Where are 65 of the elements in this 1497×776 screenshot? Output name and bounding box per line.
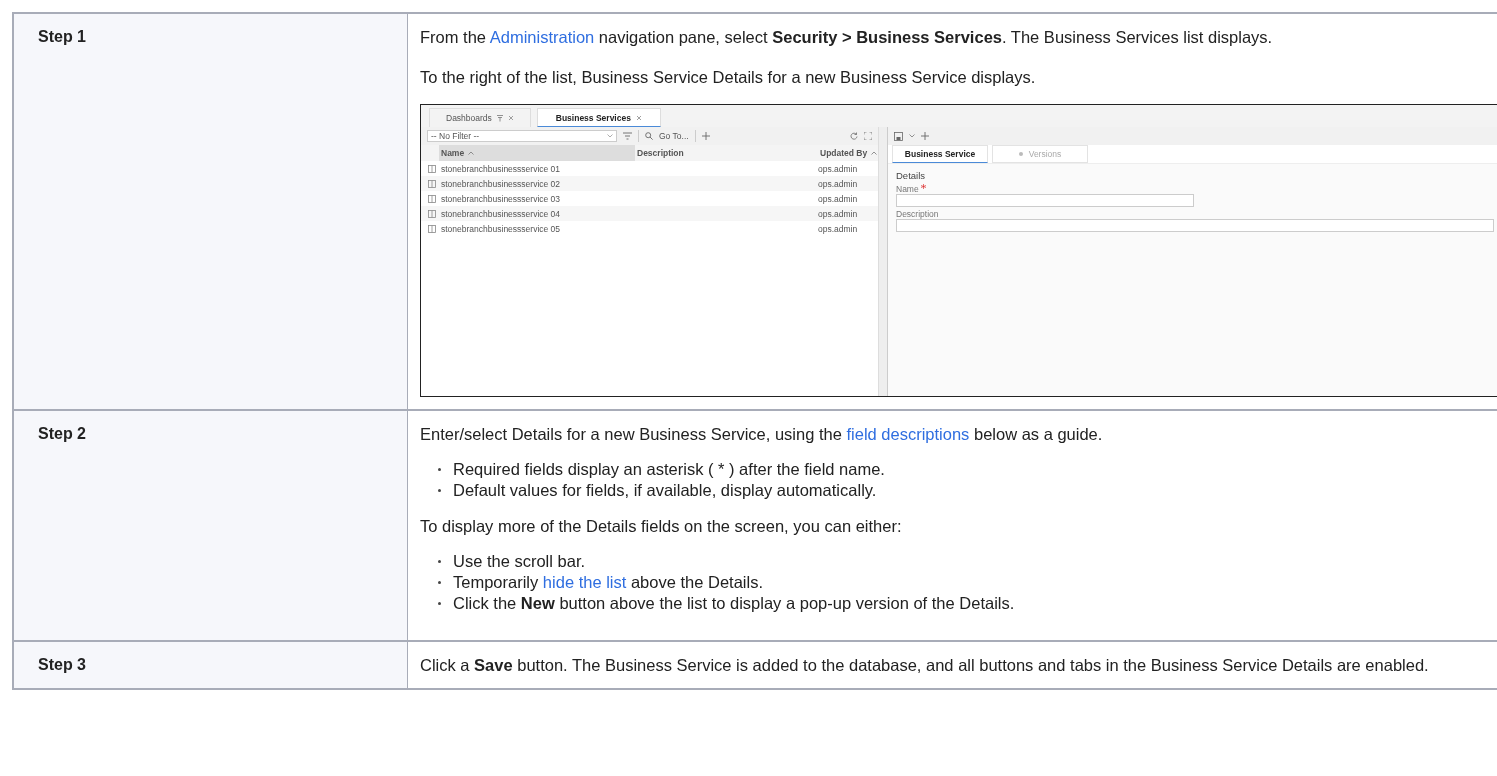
sort-icon[interactable] xyxy=(871,151,878,155)
table-cell-text: stonebranchbusinessservice 02 xyxy=(440,178,562,189)
list-item-text: Click the New button above the list to display a pop-up version of the Details. xyxy=(453,593,1015,614)
step-label: Step 2 xyxy=(38,425,86,442)
step-label: Step 3 xyxy=(38,656,86,673)
paragraph: To display more of the Details fields on the screen, you can either: xyxy=(420,516,903,537)
list-item-text: Use the scroll bar. xyxy=(453,551,586,572)
pin-icon[interactable] xyxy=(496,114,503,122)
text-link[interactable]: hide the list xyxy=(542,573,627,591)
sort-icon[interactable] xyxy=(468,151,475,155)
table-cell-text: ops.admin xyxy=(818,223,859,234)
bullet-icon xyxy=(438,581,441,584)
list-item-text: Temporarily hide the list above the Details. xyxy=(453,572,763,593)
paragraph: Enter/select Details for a new Business Service, using the field descriptions below as a guide. xyxy=(420,424,1104,445)
table-cell-text: stonebranchbusinessservice 04 xyxy=(440,208,562,219)
bullet-icon xyxy=(438,560,441,563)
bullet-icon xyxy=(438,489,441,492)
scrollbar[interactable] xyxy=(878,127,888,396)
paragraph: From the Administration navigation pane, select Security > Business Services. The Business Services list displays. xyxy=(420,27,1274,48)
step-label: Step 1 xyxy=(38,28,86,45)
table-cell-text: stonebranchbusinessservice 03 xyxy=(440,193,562,204)
list-item-text: Required fields display an asterisk ( * ) after the field name. xyxy=(453,459,885,480)
section-heading: Details xyxy=(896,170,927,181)
table-cell-text: ops.admin xyxy=(818,193,859,204)
column-header[interactable]: Updated By xyxy=(818,145,878,161)
table-cell-text: stonebranchbusinessservice 05 xyxy=(440,223,562,234)
record-icon xyxy=(425,224,439,233)
record-icon xyxy=(425,179,439,188)
save-icon[interactable] xyxy=(894,131,903,141)
table-cell-text: ops.admin xyxy=(818,208,859,219)
text-link[interactable]: Administration xyxy=(489,28,595,46)
workspace-tab[interactable]: Dashboards xyxy=(429,108,531,127)
column-header[interactable]: Description xyxy=(635,145,818,161)
status-dot-icon xyxy=(1018,152,1023,156)
input-field[interactable] xyxy=(896,194,1194,207)
table-cell-text: ops.admin xyxy=(818,178,859,189)
table-cell-text: stonebranchbusinessservice 01 xyxy=(440,163,562,174)
bullet-icon xyxy=(438,468,441,471)
record-icon xyxy=(425,164,439,173)
table-cell-text: ops.admin xyxy=(818,163,859,174)
search-icon[interactable] xyxy=(645,132,653,140)
detail-tab[interactable]: Business Service xyxy=(892,145,988,163)
workspace-tab[interactable]: Business Services xyxy=(536,108,661,127)
expand-icon[interactable] xyxy=(864,132,872,140)
plus-icon[interactable] xyxy=(921,132,929,140)
record-icon xyxy=(425,194,439,203)
dropdown-caret-icon[interactable] xyxy=(607,134,613,138)
bullet-icon xyxy=(438,602,441,605)
text-link[interactable]: field descriptions xyxy=(846,425,970,443)
plus-icon[interactable] xyxy=(701,132,710,140)
column-header[interactable]: Name xyxy=(439,145,635,161)
filter-icon[interactable] xyxy=(623,132,632,140)
paragraph: Click a Save button. The Business Service is added to the database, and all buttons and tabs in the Business Service Details are enabled. xyxy=(420,655,1430,676)
field-label: Description xyxy=(896,209,939,219)
paragraph: To the right of the list, Business Service Details for a new Business Service displays. xyxy=(420,67,1037,88)
filter-dropdown[interactable]: -- No Filter -- xyxy=(427,130,617,142)
close-icon[interactable] xyxy=(507,115,514,121)
field-label: Name xyxy=(896,184,919,194)
list-item-text: Default values for fields, if available, display automatically. xyxy=(453,480,877,501)
record-icon xyxy=(425,209,439,218)
close-icon[interactable] xyxy=(635,114,642,121)
refresh-icon[interactable] xyxy=(850,132,858,140)
caret-icon[interactable] xyxy=(909,134,915,138)
input-field[interactable] xyxy=(896,219,1494,232)
go-to-button[interactable]: Go To... xyxy=(659,131,689,141)
